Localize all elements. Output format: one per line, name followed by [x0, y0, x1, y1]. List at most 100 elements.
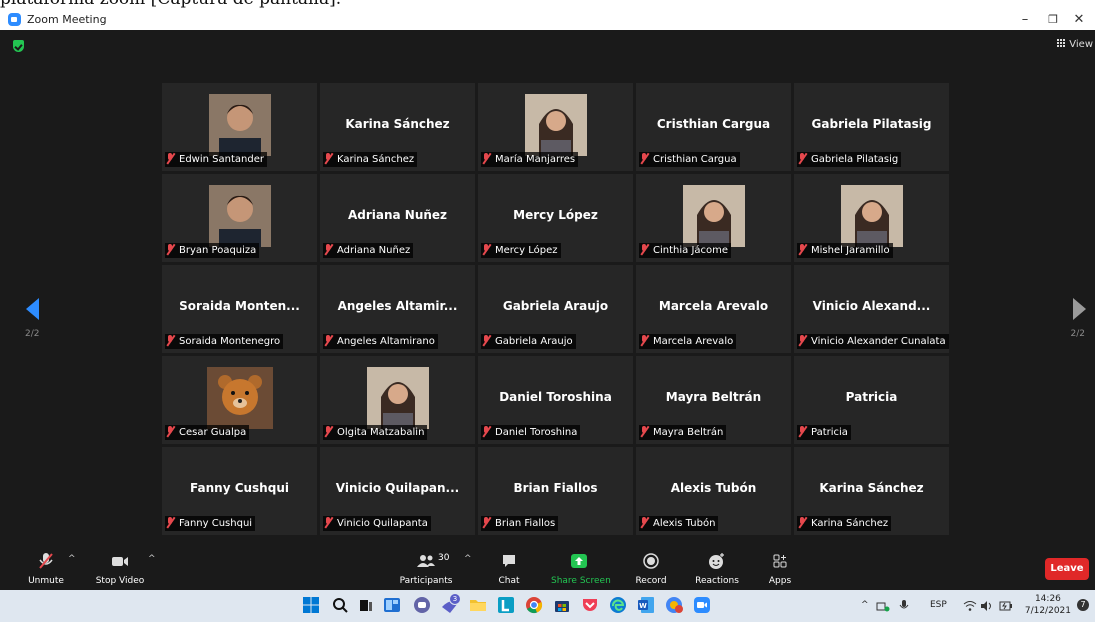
participant-tile[interactable]: Marcela Arevalo Marcela Arevalo [636, 265, 791, 353]
participant-tile[interactable]: Gabriela Pilatasig Gabriela Pilatasig [794, 83, 949, 171]
learning-app-icon[interactable] [497, 596, 515, 614]
participant-display-name: Mayra Beltrán [665, 390, 762, 404]
participant-tile[interactable]: Patricia Patricia [794, 356, 949, 444]
share-screen-button[interactable]: Share Screen [551, 552, 611, 586]
microphone-icon[interactable] [899, 600, 909, 615]
security-shield-icon[interactable] [13, 40, 24, 52]
audio-options-caret-icon[interactable]: ^ [68, 554, 76, 564]
muted-microphone-icon [640, 244, 649, 255]
window-titlebar: Zoom Meeting – ❐ ✕ [0, 10, 1095, 30]
participant-tile[interactable]: Mishel Jaramillo [794, 174, 949, 262]
reactions-icon [709, 553, 724, 569]
language-indicator[interactable]: ESP [930, 600, 947, 610]
participant-name-label: Mercy López [481, 243, 561, 258]
teams-icon[interactable]: 3 [440, 593, 461, 614]
participant-tile[interactable]: Karina Sánchez Karina Sánchez [794, 447, 949, 535]
participant-tile[interactable]: Vinicio Quilapan... Vinicio Quilapanta [320, 447, 475, 535]
record-button[interactable]: Record [634, 552, 668, 586]
muted-microphone-icon [482, 517, 491, 528]
participant-tile[interactable]: Vinicio Alexand... Vinicio Alexander Cuna… [794, 265, 949, 353]
next-page-arrow-icon[interactable] [1073, 298, 1086, 320]
participant-name-label: Gabriela Araujo [481, 334, 576, 349]
network-share-icon[interactable] [876, 600, 890, 615]
view-button[interactable]: View [1057, 39, 1093, 50]
participant-tile[interactable]: María Manjarres [478, 83, 633, 171]
unmute-button[interactable]: Unmute [26, 552, 66, 586]
participant-name-label: Vinicio Quilapanta [323, 516, 431, 531]
reactions-label: Reactions [695, 576, 739, 586]
participant-label-text: Cinthia Jácome [653, 245, 729, 256]
zoom-taskbar-icon[interactable] [693, 596, 711, 614]
wifi-icon[interactable] [963, 600, 977, 615]
participants-button[interactable]: 30 Participants [398, 552, 454, 586]
participant-name-label: Vinicio Alexander Cunalata [797, 334, 949, 349]
participant-name-label: Fanny Cushqui [165, 516, 256, 531]
muted-microphone-icon [482, 244, 491, 255]
participant-tile[interactable]: Olgita Matzabalin [320, 356, 475, 444]
close-button[interactable]: ✕ [1067, 11, 1091, 29]
stop-video-button[interactable]: Stop Video [95, 552, 145, 586]
video-options-caret-icon[interactable]: ^ [148, 554, 156, 564]
word-icon[interactable]: W [637, 596, 655, 614]
pocket-icon[interactable] [581, 596, 599, 614]
edge-icon[interactable] [609, 596, 627, 614]
widgets-icon[interactable] [383, 596, 401, 614]
chat-button[interactable]: Chat [495, 552, 523, 586]
participant-tile[interactable]: Angeles Altamir... Angeles Altamirano [320, 265, 475, 353]
muted-microphone-icon [324, 517, 333, 528]
notifications-badge[interactable]: 7 [1077, 599, 1089, 611]
participant-label-text: Patricia [811, 427, 848, 438]
minimize-button[interactable]: – [1013, 11, 1037, 29]
participant-tile[interactable]: Cristhian Cargua Cristhian Cargua [636, 83, 791, 171]
chrome-icon[interactable] [525, 596, 543, 614]
participant-name-label: Karina Sánchez [797, 516, 892, 531]
previous-page-arrow-icon[interactable] [26, 298, 39, 320]
battery-icon[interactable] [999, 600, 1013, 615]
volume-icon[interactable] [980, 600, 994, 615]
participant-display-name: Fanny Cushqui [190, 481, 289, 495]
participant-tile[interactable]: Adriana Nuñez Adriana Nuñez [320, 174, 475, 262]
apps-button[interactable]: Apps [767, 552, 793, 586]
muted-microphone-icon [798, 244, 807, 255]
grid-icon [1057, 39, 1067, 48]
participant-tile[interactable]: Mercy López Mercy López [478, 174, 633, 262]
muted-microphone-icon [166, 426, 175, 437]
participant-tile[interactable]: Mayra Beltrán Mayra Beltrán [636, 356, 791, 444]
participant-tile[interactable]: Gabriela Araujo Gabriela Araujo [478, 265, 633, 353]
system-clock[interactable]: 14:26 7/12/2021 [1025, 593, 1071, 617]
reactions-button[interactable]: Reactions [693, 552, 741, 586]
chrome-profile-icon[interactable] [665, 596, 683, 614]
microphone-muted-icon [39, 553, 53, 569]
task-view-icon[interactable] [357, 596, 375, 614]
participant-tile[interactable]: Soraida Monten... Soraida Montenegro [162, 265, 317, 353]
participant-label-text: Cesar Gualpa [179, 427, 247, 438]
windows-start-icon[interactable] [302, 596, 320, 614]
restore-button[interactable]: ❐ [1041, 11, 1065, 29]
participant-display-name: Adriana Nuñez [347, 208, 448, 222]
participant-tile[interactable]: Alexis Tubón Alexis Tubón [636, 447, 791, 535]
participant-tile[interactable]: Bryan Poaquiza [162, 174, 317, 262]
teams-badge: 3 [449, 593, 461, 605]
store-icon[interactable] [553, 596, 571, 614]
search-icon[interactable] [331, 596, 349, 614]
participant-label-text: Daniel Toroshina [495, 427, 578, 438]
participant-display-name: Angeles Altamir... [337, 299, 458, 313]
participant-tile[interactable]: Fanny Cushqui Fanny Cushqui [162, 447, 317, 535]
tray-overflow-caret-icon[interactable]: ^ [861, 600, 869, 610]
participant-name-label: Daniel Toroshina [481, 425, 581, 440]
participant-tile[interactable]: Edwin Santander [162, 83, 317, 171]
participant-name-label: Patricia [797, 425, 851, 440]
participant-tile[interactable]: Brian Fiallos Brian Fiallos [478, 447, 633, 535]
participants-icon [417, 555, 435, 567]
file-explorer-icon[interactable] [469, 596, 487, 614]
participant-label-text: Edwin Santander [179, 154, 264, 165]
participant-tile[interactable]: Cesar Gualpa [162, 356, 317, 444]
teams-chat-icon[interactable] [413, 596, 431, 614]
participant-tile[interactable]: Karina Sánchez Karina Sánchez [320, 83, 475, 171]
participant-tile[interactable]: Cinthia Jácome [636, 174, 791, 262]
woman-photo [524, 94, 587, 160]
participant-tile[interactable]: Daniel Toroshina Daniel Toroshina [478, 356, 633, 444]
participant-display-name: Daniel Toroshina [499, 390, 612, 404]
participants-caret-icon[interactable]: ^ [464, 554, 472, 564]
leave-button[interactable]: Leave [1045, 558, 1089, 580]
